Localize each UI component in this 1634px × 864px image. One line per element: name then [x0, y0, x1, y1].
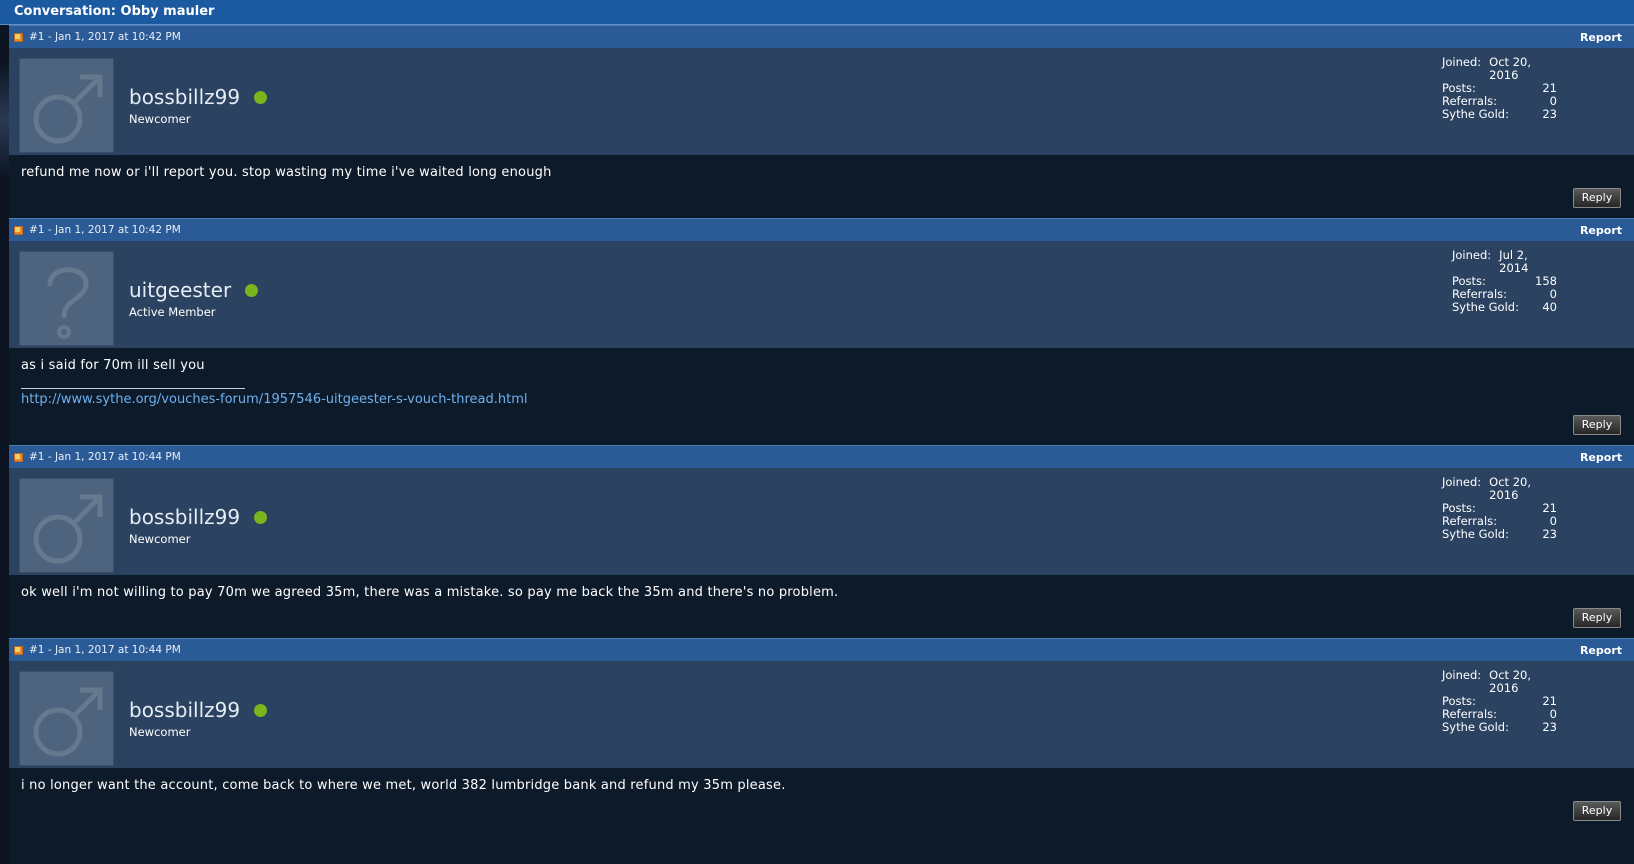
reply-button[interactable]: Reply	[1573, 188, 1621, 208]
joined-label: Joined:	[1442, 55, 1482, 69]
post-meta: #1 - Jan 1, 2017 at 10:42 PM	[29, 224, 181, 236]
message-area: refund me now or i'll report you. stop w…	[9, 155, 1634, 218]
message-text: ok well i'm not willing to pay 70m we ag…	[21, 585, 839, 600]
signature-divider	[21, 388, 245, 389]
user-rank: Active Member	[129, 305, 216, 319]
male-symbol-icon	[33, 494, 103, 564]
user-info-panel: uitgeester Active Member Joined: Jul 2, 2…	[9, 241, 1634, 348]
joined-value: Oct 20, 2016	[1489, 475, 1531, 502]
gold-label: Sythe Gold:	[1442, 720, 1509, 734]
report-link[interactable]: Report	[1580, 451, 1622, 464]
message-area: as i said for 70m ill sell you http://ww…	[9, 348, 1634, 445]
gold-label: Sythe Gold:	[1442, 527, 1509, 541]
joined-value: Oct 20, 2016	[1489, 668, 1531, 695]
username[interactable]: bossbillz99	[129, 85, 240, 109]
gold-label: Sythe Gold:	[1442, 107, 1509, 121]
male-symbol-icon	[33, 687, 103, 757]
joined-label: Joined:	[1452, 248, 1492, 262]
signature-link[interactable]: http://www.sythe.org/vouches-forum/19575…	[21, 392, 527, 407]
post-meta: #1 - Jan 1, 2017 at 10:42 PM	[29, 31, 181, 43]
joined-value: Jul 2, 2014	[1499, 248, 1529, 275]
post-header-bar: #1 - Jan 1, 2017 at 10:44 PM Report	[9, 445, 1634, 468]
online-status-icon	[245, 283, 259, 297]
user-info-panel: bossbillz99 Newcomer Joined: Oct 20, 2016…	[9, 48, 1634, 155]
user-stats: Joined: Oct 20, 2016 Posts: 21 Referrals: 0…	[1442, 476, 1557, 541]
post-meta: #1 - Jan 1, 2017 at 10:44 PM	[29, 451, 181, 463]
question-mark-icon	[47, 267, 89, 339]
gold-value: 40	[1542, 300, 1557, 314]
gold-value: 23	[1542, 720, 1557, 734]
avatar[interactable]	[19, 251, 114, 346]
post-icon	[14, 452, 23, 462]
reply-button[interactable]: Reply	[1573, 801, 1621, 821]
post: #1 - Jan 1, 2017 at 10:44 PM Report boss…	[9, 445, 1634, 638]
report-link[interactable]: Report	[1580, 644, 1622, 657]
post-header-bar: #1 - Jan 1, 2017 at 10:42 PM Report	[9, 218, 1634, 241]
online-status-icon	[254, 510, 268, 524]
online-status-icon	[254, 90, 268, 104]
gold-value: 23	[1542, 107, 1557, 121]
user-stats: Joined: Jul 2, 2014 Posts: 158 Referrals: 0…	[1452, 249, 1557, 314]
gold-label: Sythe Gold:	[1452, 300, 1519, 314]
avatar[interactable]	[19, 58, 114, 153]
reply-button[interactable]: Reply	[1573, 608, 1621, 628]
post: #1 - Jan 1, 2017 at 10:42 PM Report uitg…	[9, 218, 1634, 445]
post: #1 - Jan 1, 2017 at 10:44 PM Report boss…	[9, 638, 1634, 864]
user-stats: Joined: Oct 20, 2016 Posts: 21 Referrals: 0…	[1442, 56, 1557, 121]
avatar[interactable]	[19, 478, 114, 573]
username[interactable]: bossbillz99	[129, 505, 240, 529]
user-info-panel: bossbillz99 Newcomer Joined: Oct 20, 2016…	[9, 661, 1634, 768]
avatar[interactable]	[19, 671, 114, 766]
message-text: refund me now or i'll report you. stop w…	[21, 165, 552, 180]
joined-label: Joined:	[1442, 668, 1482, 682]
conversation-page: Conversation: Obby mauler #1 - Jan 1, 20…	[0, 0, 1634, 864]
user-info-panel: bossbillz99 Newcomer Joined: Oct 20, 2016…	[9, 468, 1634, 575]
message-area: ok well i'm not willing to pay 70m we ag…	[9, 575, 1634, 638]
username[interactable]: uitgeester	[129, 278, 231, 302]
message-text: as i said for 70m ill sell you	[21, 358, 205, 373]
gold-value: 23	[1542, 527, 1557, 541]
report-link[interactable]: Report	[1580, 224, 1622, 237]
post-icon	[14, 32, 23, 42]
message-area: i no longer want the account, come back …	[9, 768, 1634, 864]
male-symbol-icon	[33, 74, 103, 144]
joined-label: Joined:	[1442, 475, 1482, 489]
post-header-bar: #1 - Jan 1, 2017 at 10:42 PM Report	[9, 25, 1634, 48]
post: #1 - Jan 1, 2017 at 10:42 PM Report boss…	[9, 25, 1634, 218]
user-rank: Newcomer	[129, 725, 191, 739]
post-header-bar: #1 - Jan 1, 2017 at 10:44 PM Report	[9, 638, 1634, 661]
reply-button[interactable]: Reply	[1573, 415, 1621, 435]
conversation-title: Conversation: Obby mauler	[0, 0, 1634, 25]
post-meta: #1 - Jan 1, 2017 at 10:44 PM	[29, 644, 181, 656]
post-icon	[14, 225, 23, 235]
report-link[interactable]: Report	[1580, 31, 1622, 44]
user-rank: Newcomer	[129, 112, 191, 126]
user-rank: Newcomer	[129, 532, 191, 546]
online-status-icon	[254, 703, 268, 717]
username[interactable]: bossbillz99	[129, 698, 240, 722]
post-icon	[14, 645, 23, 655]
message-text: i no longer want the account, come back …	[21, 778, 786, 793]
joined-value: Oct 20, 2016	[1489, 55, 1531, 82]
user-stats: Joined: Oct 20, 2016 Posts: 21 Referrals: 0…	[1442, 669, 1557, 734]
